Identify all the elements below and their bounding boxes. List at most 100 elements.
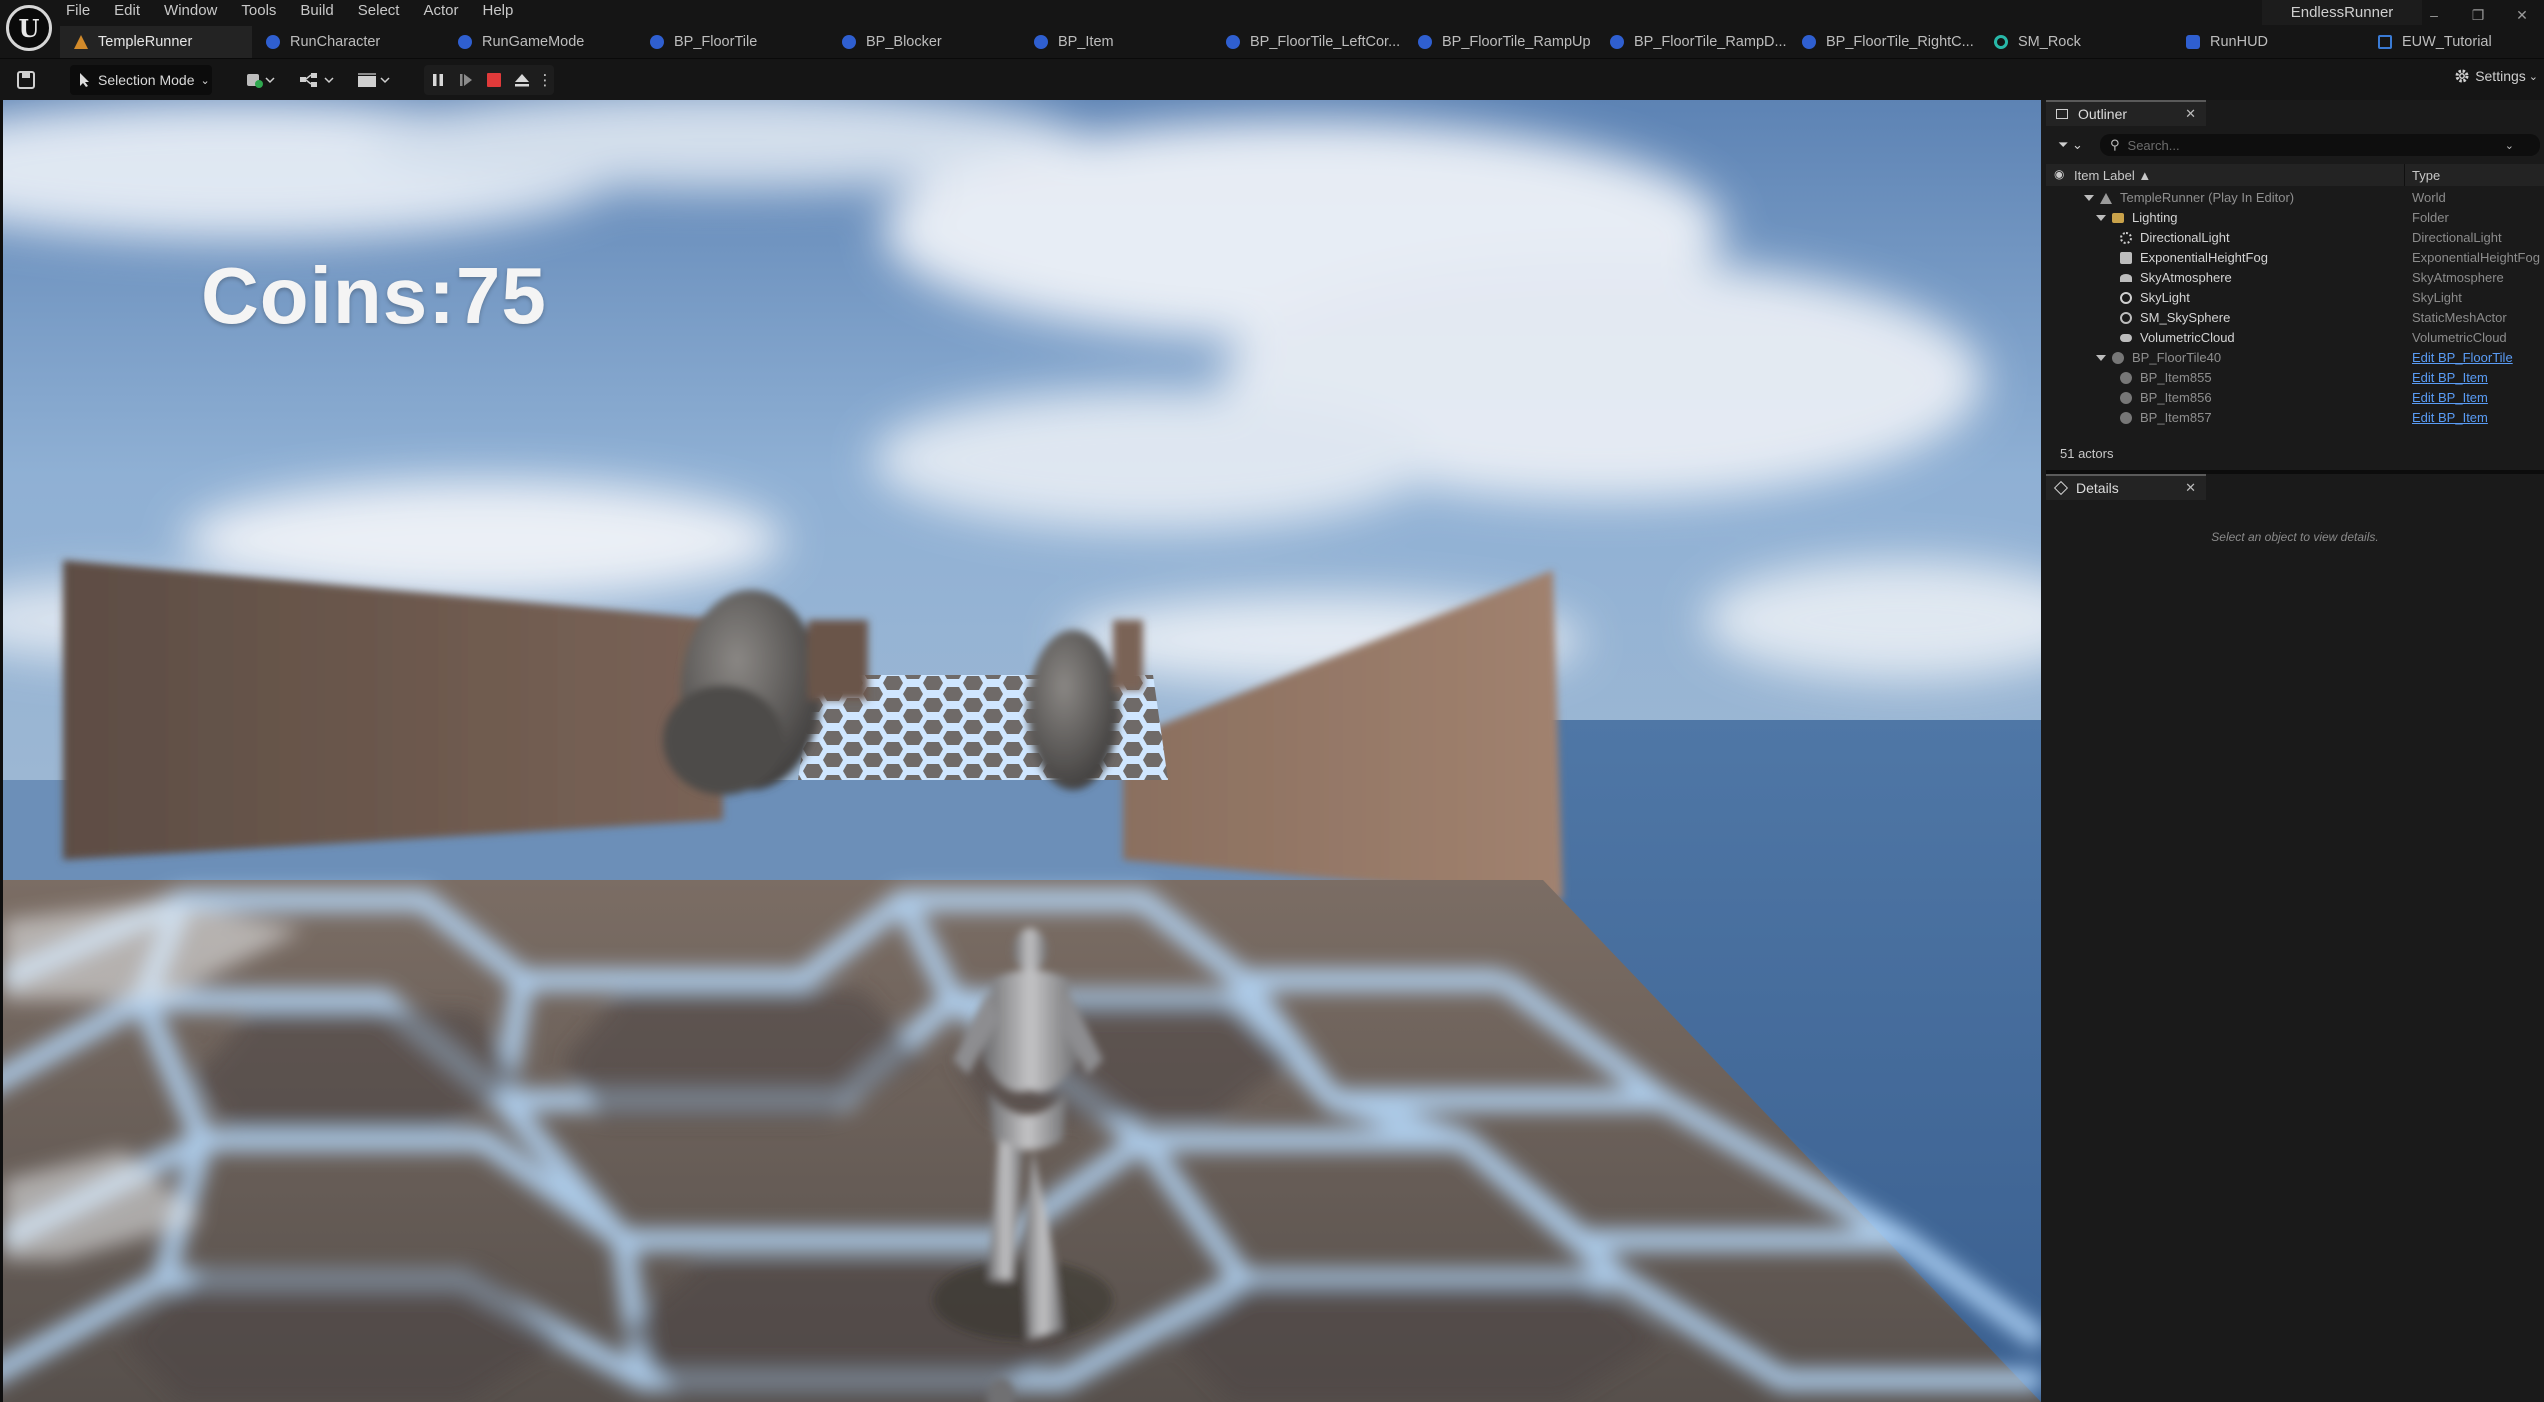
tab-templerunner[interactable]: TempleRunner [60, 26, 252, 58]
level-icon [74, 35, 88, 49]
outliner-search-row: ⏷ ⌄ ⚲ Search... ⌄ [2046, 130, 2544, 160]
details-tab-label: Details [2076, 480, 2119, 496]
menu-file[interactable]: File [66, 0, 90, 22]
actor-icon [2120, 392, 2132, 404]
tree-row-exponentialheightfog[interactable]: ExponentialHeightFog ExponentialHeightFo… [2046, 248, 2544, 268]
project-name: EndlessRunner [2262, 0, 2422, 25]
chevron-down-icon[interactable]: ⌄ [2505, 139, 2514, 152]
tab-bp-item[interactable]: BP_Item [1020, 26, 1212, 58]
edit-blueprint-link[interactable]: Edit BP_Item [2412, 388, 2488, 408]
tab-outliner[interactable]: Outliner ✕ [2046, 100, 2206, 126]
menu-select[interactable]: Select [358, 0, 400, 22]
tab-rungamemode[interactable]: RunGameMode [444, 26, 636, 58]
cloud-icon [2120, 334, 2132, 342]
eject-button[interactable] [508, 65, 536, 95]
tree-row-world[interactable]: TempleRunner (Play In Editor) World [2046, 188, 2544, 208]
directional-light-icon [2120, 232, 2132, 244]
tab-bp-blocker[interactable]: BP_Blocker [828, 26, 1020, 58]
cinematics-button[interactable] [356, 68, 394, 92]
edit-blueprint-link[interactable]: Edit BP_FloorTile [2412, 348, 2513, 368]
tab-sm-rock[interactable]: SM_Rock [1980, 26, 2172, 58]
row-label: DirectionalLight [2140, 230, 2230, 245]
stop-button[interactable] [480, 65, 508, 95]
search-placeholder: Search... [2127, 137, 2180, 153]
expand-arrow-icon[interactable] [2096, 215, 2106, 221]
blueprint-icon [1610, 35, 1624, 49]
tab-bp-floortile-rightcorner[interactable]: BP_FloorTile_RightC... [1788, 26, 1980, 58]
edit-blueprint-link[interactable]: Edit BP_Item [2412, 408, 2488, 428]
add-actor-button[interactable] [244, 68, 280, 92]
tab-label: BP_FloorTile_RampD... [1634, 34, 1787, 50]
more-options-icon[interactable]: ⋮ [536, 65, 554, 95]
outliner-icon [2056, 109, 2068, 119]
tree-row-bp-item855[interactable]: BP_Item855 Edit BP_Item [2046, 368, 2544, 388]
unreal-logo-icon[interactable]: U [6, 5, 52, 51]
cursor-icon [80, 73, 89, 87]
menu-actor[interactable]: Actor [423, 0, 458, 22]
outliner-search-input[interactable]: ⚲ Search... ⌄ [2100, 134, 2540, 156]
column-item-label[interactable]: Item Label ▲ [2074, 168, 2151, 183]
menu-edit[interactable]: Edit [114, 0, 140, 22]
outliner-tree: TempleRunner (Play In Editor) World Ligh… [2046, 188, 2544, 440]
close-icon[interactable]: ✕ [2185, 480, 2196, 496]
row-type: World [2412, 190, 2446, 205]
tree-row-skylight[interactable]: SkyLight SkyLight [2046, 288, 2544, 308]
tree-row-bp-item856[interactable]: BP_Item856 Edit BP_Item [2046, 388, 2544, 408]
sky-atmosphere-icon [2120, 274, 2132, 282]
tree-row-directionallight[interactable]: DirectionalLight DirectionalLight [2046, 228, 2544, 248]
settings-button[interactable]: Settings ⌄ [2454, 68, 2538, 84]
tab-details[interactable]: Details ✕ [2046, 474, 2206, 500]
row-label: BP_Item855 [2140, 370, 2212, 385]
tab-runhud[interactable]: RunHUD [2172, 26, 2364, 58]
tab-label: RunHUD [2210, 34, 2269, 50]
menu-tools[interactable]: Tools [241, 0, 276, 22]
row-label: BP_Item857 [2140, 410, 2212, 425]
save-icon[interactable] [14, 68, 38, 92]
tree-row-bp-floortile40[interactable]: BP_FloorTile40 Edit BP_FloorTile [2046, 348, 2544, 368]
tab-bp-floortile-leftcorner[interactable]: BP_FloorTile_LeftCor... [1212, 26, 1404, 58]
pause-button[interactable] [424, 65, 452, 95]
edit-blueprint-link[interactable]: Edit BP_Item [2412, 368, 2488, 388]
tab-bp-floortile[interactable]: BP_FloorTile [636, 26, 828, 58]
row-type: SkyLight [2412, 290, 2462, 305]
search-icon: ⚲ [2110, 137, 2120, 152]
stop-icon [487, 73, 501, 87]
close-icon[interactable]: ✕ [2185, 106, 2196, 122]
tab-euw-tutorial[interactable]: EUW_Tutorial [2364, 26, 2544, 58]
tab-label: RunGameMode [482, 34, 585, 50]
game-viewport[interactable]: Coins:75 [3, 100, 2041, 1402]
blueprints-button[interactable] [298, 68, 338, 92]
column-type[interactable]: Type [2412, 168, 2440, 183]
tab-bp-floortile-rampup[interactable]: BP_FloorTile_RampUp [1404, 26, 1596, 58]
row-label: BP_FloorTile40 [2132, 350, 2222, 365]
menu-build[interactable]: Build [300, 0, 333, 22]
visibility-eye-icon[interactable]: ◉ [2054, 167, 2064, 181]
row-label: SM_SkySphere [2140, 310, 2231, 325]
tree-row-volumetriccloud[interactable]: VolumetricCloud VolumetricCloud [2046, 328, 2544, 348]
row-type: Folder [2412, 210, 2449, 225]
selection-mode-label: Selection Mode [98, 72, 195, 88]
tree-row-lighting[interactable]: Lighting Folder [2046, 208, 2544, 228]
row-type: StaticMeshActor [2412, 310, 2507, 325]
settings-label: Settings [2475, 68, 2526, 84]
step-frame-button[interactable] [452, 65, 480, 95]
editor-widget-icon [2378, 35, 2392, 49]
tree-row-skyatmosphere[interactable]: SkyAtmosphere SkyAtmosphere [2046, 268, 2544, 288]
title-bar: U File Edit Window Tools Build Select Ac… [0, 0, 2544, 58]
tab-label: TempleRunner [98, 34, 193, 50]
filter-icon[interactable]: ⏷ ⌄ [2058, 137, 2083, 153]
tab-label: BP_Blocker [866, 34, 942, 50]
tab-runcharacter[interactable]: RunCharacter [252, 26, 444, 58]
expand-arrow-icon[interactable] [2096, 355, 2106, 361]
expand-arrow-icon[interactable] [2084, 195, 2094, 201]
static-mesh-icon [2120, 312, 2132, 324]
column-divider[interactable] [2404, 164, 2405, 186]
menu-window[interactable]: Window [164, 0, 217, 22]
tree-row-bp-item857[interactable]: BP_Item857 Edit BP_Item [2046, 408, 2544, 428]
selection-mode-dropdown[interactable]: Selection Mode ⌄ [70, 65, 212, 95]
tab-bp-floortile-rampdown[interactable]: BP_FloorTile_RampD... [1596, 26, 1788, 58]
row-label: BP_Item856 [2140, 390, 2212, 405]
tab-label: EUW_Tutorial [2402, 34, 2492, 50]
tree-row-sm-skysphere[interactable]: SM_SkySphere StaticMeshActor [2046, 308, 2544, 328]
menu-help[interactable]: Help [483, 0, 514, 22]
